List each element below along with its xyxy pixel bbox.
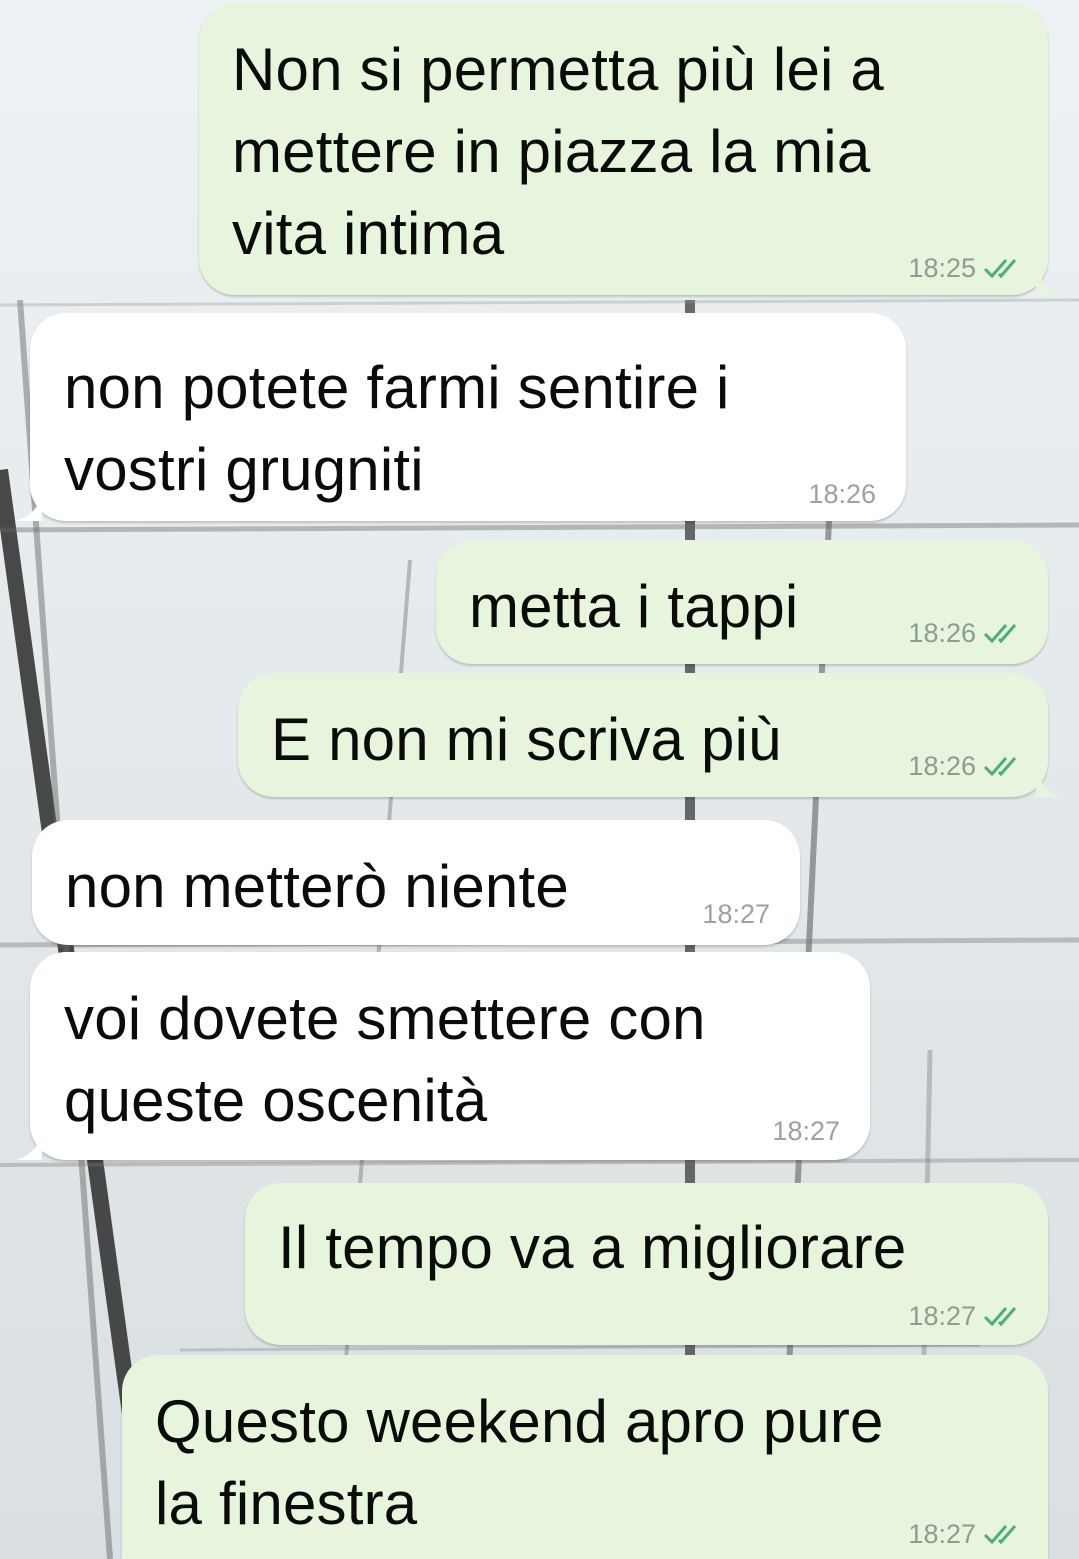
bubble-tail bbox=[1036, 771, 1062, 797]
message-meta: 18:25 bbox=[908, 253, 1026, 283]
message-text: E non mi scriva più bbox=[271, 706, 782, 773]
message-time: 18:26 bbox=[908, 751, 976, 781]
double-check-icon bbox=[982, 754, 1026, 778]
message-text: Il tempo va a migliorare bbox=[278, 1214, 907, 1281]
message-meta: 18:26 bbox=[908, 618, 1026, 648]
message-text: voi dovete smettere con queste oscenità bbox=[64, 985, 706, 1134]
message-meta: 18:27 bbox=[702, 899, 770, 929]
message-time: 18:25 bbox=[908, 253, 976, 283]
chat-thread[interactable]: Non si permetta più lei a mettere in pia… bbox=[0, 0, 1079, 1559]
message-meta: 18:26 bbox=[808, 479, 876, 509]
message-meta: 18:26 bbox=[908, 751, 1026, 781]
message-time: 18:27 bbox=[702, 899, 770, 929]
message-time: 18:26 bbox=[908, 618, 976, 648]
message-time: 18:27 bbox=[772, 1116, 840, 1146]
message-meta: 18:27 bbox=[908, 1301, 1026, 1331]
message-time: 18:26 bbox=[808, 479, 876, 509]
message-time: 18:27 bbox=[908, 1301, 976, 1331]
message-text: non potete farmi sentire i vostri grugni… bbox=[64, 354, 730, 503]
message-bubble-outgoing[interactable]: Questo weekend apro pure la finestra 18:… bbox=[122, 1355, 1048, 1559]
message-bubble-incoming[interactable]: non potete farmi sentire i vostri grugni… bbox=[16, 313, 906, 521]
message-bubble-outgoing[interactable]: Il tempo va a migliorare 18:27 bbox=[245, 1183, 1048, 1345]
message-bubble-outgoing[interactable]: metta i tappi 18:26 bbox=[436, 540, 1048, 664]
message-time: 18:27 bbox=[908, 1519, 976, 1549]
message-text: non metterò niente bbox=[65, 853, 569, 920]
message-text: metta i tappi bbox=[469, 573, 799, 640]
double-check-icon bbox=[982, 621, 1026, 645]
message-bubble-outgoing[interactable]: Non si permetta più lei a mettere in pia… bbox=[199, 3, 1062, 295]
double-check-icon bbox=[982, 1304, 1026, 1328]
message-bubble-incoming[interactable]: non metterò niente 18:27 bbox=[32, 820, 800, 945]
bubble-tail bbox=[16, 495, 42, 521]
double-check-icon bbox=[982, 256, 1026, 280]
double-check-icon bbox=[982, 1522, 1026, 1546]
message-text: Questo weekend apro pure la finestra bbox=[155, 1388, 884, 1537]
message-meta: 18:27 bbox=[908, 1519, 1026, 1549]
message-bubble-incoming[interactable]: voi dovete smettere con queste oscenità … bbox=[16, 952, 870, 1160]
bubble-tail bbox=[16, 1134, 42, 1160]
message-bubble-outgoing[interactable]: E non mi scriva più 18:26 bbox=[238, 673, 1062, 797]
bubble-tail bbox=[1036, 269, 1062, 295]
message-meta: 18:27 bbox=[772, 1116, 840, 1146]
message-text: Non si permetta più lei a mettere in pia… bbox=[232, 36, 884, 267]
